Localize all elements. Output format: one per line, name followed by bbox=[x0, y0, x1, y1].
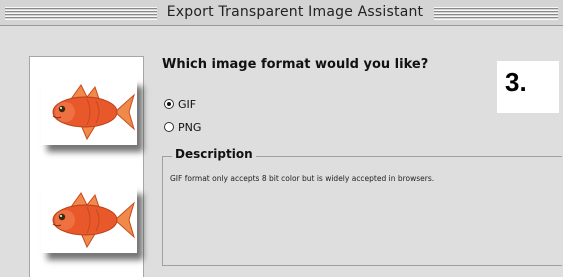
window-title: Export Transparent Image Assistant bbox=[166, 4, 424, 20]
png-radio[interactable] bbox=[164, 122, 174, 132]
goldfish-icon bbox=[52, 84, 135, 141]
description-legend: Description bbox=[172, 147, 256, 161]
png-label[interactable]: PNG bbox=[178, 121, 201, 134]
png-option[interactable]: PNG bbox=[164, 119, 201, 135]
thumbnail-png bbox=[41, 187, 137, 253]
step-number: 3. bbox=[497, 61, 559, 113]
thumbnail-gif bbox=[41, 79, 137, 145]
gif-label[interactable]: GIF bbox=[178, 98, 196, 111]
title-stripes-left bbox=[5, 7, 157, 20]
description-text: GIF format only accepts 8 bit color but … bbox=[170, 174, 435, 183]
gif-radio[interactable] bbox=[164, 99, 174, 109]
description-box bbox=[162, 156, 562, 266]
preview-panel bbox=[29, 56, 144, 277]
gif-option[interactable]: GIF bbox=[164, 96, 196, 112]
title-bar[interactable]: Export Transparent Image Assistant bbox=[0, 0, 563, 26]
assistant-content: Which image format would you like? 3. GI… bbox=[0, 26, 563, 277]
goldfish-icon bbox=[52, 192, 135, 249]
title-stripes-right bbox=[434, 7, 558, 20]
format-question: Which image format would you like? bbox=[162, 57, 429, 72]
